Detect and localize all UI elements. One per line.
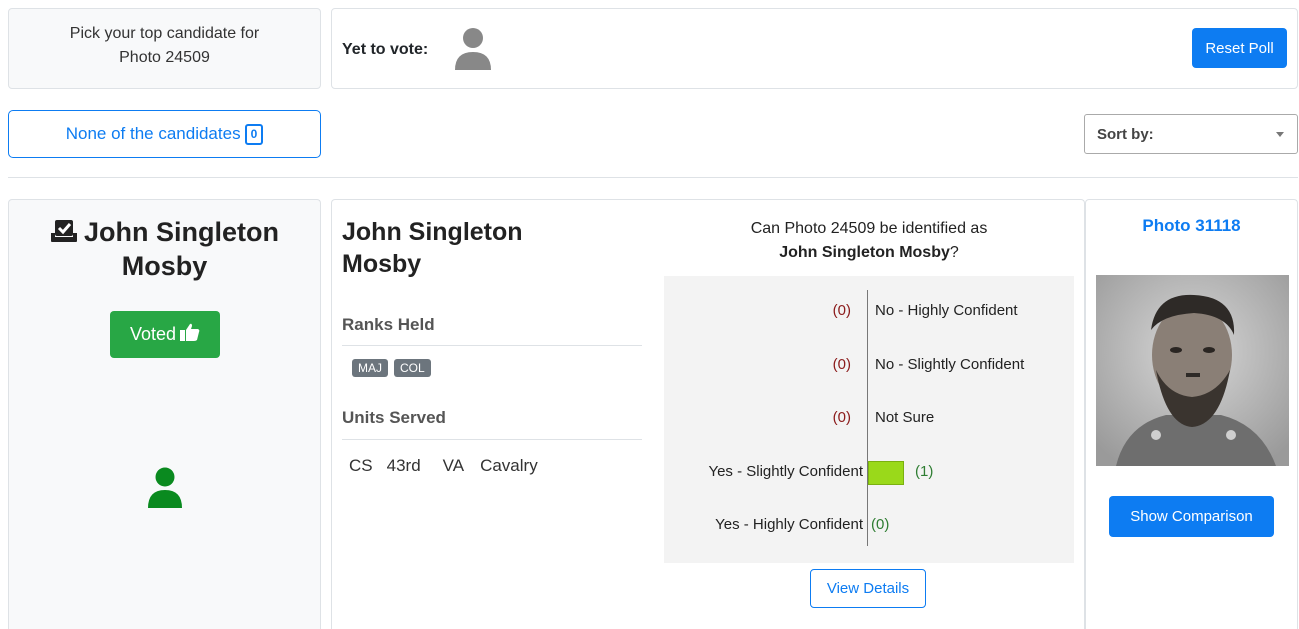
caret-down-icon xyxy=(1276,132,1284,137)
none-of-candidates-button[interactable]: None of the candidates 0 xyxy=(8,110,321,158)
sort-by-select[interactable]: Sort by: xyxy=(1084,114,1298,154)
units-divider xyxy=(342,439,642,440)
poll-row: Yes - Slightly Confident (1) xyxy=(664,460,1074,485)
user-icon xyxy=(454,27,492,76)
details-name-line2: Mosby xyxy=(342,250,422,278)
poll-row-count: (1) xyxy=(915,462,934,480)
details-name: John Singleton Mosby xyxy=(342,216,523,280)
voter-user-icon xyxy=(146,467,184,514)
photo-title-link[interactable]: Photo 31118 xyxy=(1086,216,1297,236)
prompt-line2: Photo 24509 xyxy=(119,49,210,66)
poll-row-label: Yes - Highly Confident xyxy=(715,516,863,533)
unit-item: 43rd xyxy=(386,456,421,475)
candidate-card: John Singleton Mosby Voted xyxy=(8,199,321,629)
details-name-line1: John Singleton xyxy=(342,218,523,246)
poll-row-label: No - Highly Confident xyxy=(875,302,1018,319)
ranks-held-title: Ranks Held xyxy=(342,315,435,334)
sort-by-label: Sort by: xyxy=(1097,126,1154,143)
poll-row-label: Yes - Slightly Confident xyxy=(708,462,863,480)
none-count-badge: 0 xyxy=(244,123,264,145)
poll-row-bar xyxy=(868,460,904,485)
voting-status-bar: Yet to vote: Reset Poll xyxy=(331,8,1298,89)
unit-item: Cavalry xyxy=(480,456,538,475)
unit-item: CS xyxy=(349,456,373,475)
candidate-photo[interactable] xyxy=(1096,275,1289,466)
poll-row-label: No - Slightly Confident xyxy=(875,355,1025,373)
voted-box-icon xyxy=(50,218,78,250)
thumbs-up-icon xyxy=(180,323,200,346)
poll-question-name: John Singleton Mosby xyxy=(779,244,950,261)
voted-label: Voted xyxy=(129,324,177,344)
candidate-name-line2: Mosby xyxy=(121,251,208,281)
poll-question: Can Photo 24509 be identified as John Si… xyxy=(663,217,1075,265)
show-comparison-button[interactable]: Show Comparison xyxy=(1109,496,1274,537)
photo-card: Photo 31118 Show Comparison xyxy=(1085,199,1298,629)
units-list: CS 43rd VA Cavalry xyxy=(349,456,538,476)
prompt-box: Pick your top candidate for Photo 24509 xyxy=(8,8,321,89)
ranks-divider xyxy=(342,345,642,346)
poll-results-panel: No - Highly Confident (0) No - Slightly Co… xyxy=(664,276,1074,563)
candidate-details-card: John Singleton Mosby Ranks Held MAJ COL U… xyxy=(331,199,1085,629)
poll-row-count: (0) xyxy=(832,409,851,426)
rank-badge: COL xyxy=(394,359,431,377)
poll-question-end: ? xyxy=(949,244,959,261)
rank-badge: MAJ xyxy=(352,359,388,377)
prompt-line1: Pick your top candidate for xyxy=(69,25,260,42)
poll-row: No - Slightly Confident (0) xyxy=(664,354,1074,378)
unit-item: VA xyxy=(442,456,465,475)
reset-poll-button[interactable]: Reset Poll xyxy=(1192,28,1287,68)
units-served-title: Units Served xyxy=(342,408,446,427)
voted-button[interactable]: Voted xyxy=(110,311,220,358)
poll-row: Not Sure (0) xyxy=(664,407,1074,431)
yet-to-vote-label: Yet to vote: xyxy=(342,41,429,58)
view-details-button[interactable]: View Details xyxy=(810,569,926,608)
poll-row-count: (0) xyxy=(871,516,890,533)
poll-row: Yes - Highly Confident (0) xyxy=(664,514,1074,538)
poll-row-count: (0) xyxy=(832,355,851,373)
candidate-name: John Singleton Mosby xyxy=(9,216,320,282)
poll-row-count: (0) xyxy=(832,302,851,319)
ranks-badges: MAJ COL xyxy=(352,359,437,377)
poll-row-label: Not Sure xyxy=(875,409,935,426)
poll-row: No - Highly Confident (0) xyxy=(664,300,1074,324)
poll-question-line1: Can Photo 24509 be identified as xyxy=(750,220,988,237)
divider xyxy=(8,177,1298,178)
candidate-name-line1: John Singleton xyxy=(84,217,279,247)
none-of-candidates-label: None of the candidates xyxy=(65,124,241,143)
